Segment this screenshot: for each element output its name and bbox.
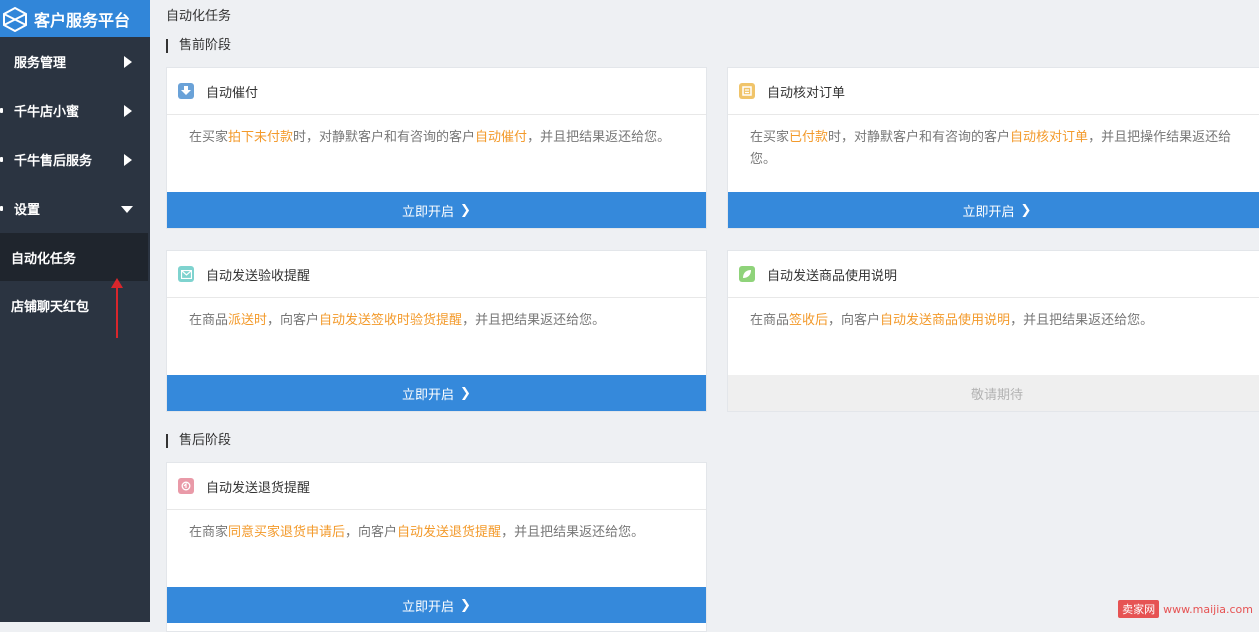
- highlight-text: 自动发送签收时验货提醒: [319, 313, 463, 328]
- brand-header[interactable]: 客户服务平台: [0, 0, 150, 37]
- description-text: ，并且把结果返还给您。: [1010, 313, 1154, 328]
- card-header: 自动核对订单: [728, 68, 1259, 115]
- card-header: 自动催付: [167, 68, 706, 115]
- caret-right-icon: [124, 56, 132, 68]
- watermark-url: www.maijia.com: [1163, 602, 1253, 616]
- sidebar-item-service-management[interactable]: 服务管理: [0, 37, 150, 86]
- caret-down-icon: [121, 206, 133, 213]
- card-title: 自动发送验收提醒: [206, 268, 311, 284]
- description-text: 在买家: [189, 130, 229, 145]
- highlight-text: 已付款: [789, 130, 829, 145]
- card-description: 在商品签收后，向客户自动发送商品使用说明，并且把结果返还给您。: [728, 298, 1259, 364]
- highlight-text: 同意买家退货申请后: [228, 525, 346, 540]
- caret-right-icon: [124, 105, 132, 117]
- highlight-text: 拍下未付款: [228, 130, 294, 145]
- task-card-auto-return-reminder: 自动发送退货提醒 在商家同意买家退货申请后，向客户自动发送退货提醒，并且把结果返…: [166, 462, 707, 632]
- enable-now-button[interactable]: 立即开启 ❯: [167, 587, 706, 623]
- card-description: 在商家同意买家退货申请后，向客户自动发送退货提醒，并且把结果返还给您。: [167, 510, 706, 576]
- card-title: 自动核对订单: [767, 85, 846, 101]
- description-text: 在商品: [750, 313, 790, 328]
- sidebar-item-label: 设置: [14, 203, 41, 218]
- chevron-right-icon: ❯: [460, 202, 471, 218]
- button-label: 立即开启: [962, 204, 1015, 220]
- description-text: 时，对静默客户和有咨询的客户: [828, 130, 1011, 145]
- card-description: 在买家已付款时，对静默客户和有咨询的客户自动核对订单，并且把操作结果返还给您。: [728, 115, 1259, 181]
- description-text: 在商家: [189, 525, 229, 540]
- order-list-icon: [739, 83, 755, 99]
- description-text: ，向客户: [267, 313, 320, 328]
- enable-now-button[interactable]: 立即开启 ❯: [167, 375, 706, 411]
- mail-icon: [178, 266, 194, 282]
- description-text: 在买家: [750, 130, 790, 145]
- sidebar-item-qianniu-aftersale[interactable]: 千牛售后服务: [0, 135, 150, 184]
- card-header: 自动发送验收提醒: [167, 251, 706, 298]
- description-text: ，并且把结果返还给您。: [501, 525, 645, 540]
- enable-now-button[interactable]: 立即开启 ❯: [167, 192, 706, 228]
- highlight-text: 派送时: [228, 313, 268, 328]
- annotation-arrow-icon: [111, 278, 123, 338]
- bullet-icon: [0, 206, 3, 211]
- description-text: 在商品: [189, 313, 229, 328]
- task-card-auto-payment-reminder: 自动催付 在买家拍下未付款时，对静默客户和有咨询的客户自动催付，并且把结果返还给…: [166, 67, 707, 229]
- bullet-icon: [0, 108, 3, 113]
- task-card-auto-product-instructions: 自动发送商品使用说明 在商品签收后，向客户自动发送商品使用说明，并且把结果返还给…: [727, 250, 1259, 412]
- sidebar-item-qianniu-assistant[interactable]: 千牛店小蜜: [0, 86, 150, 135]
- description-text: ，向客户: [828, 313, 881, 328]
- description-text: ，并且把结果返还给您。: [527, 130, 671, 145]
- highlight-text: 自动发送退货提醒: [397, 525, 502, 540]
- button-label: 立即开启: [402, 204, 455, 220]
- sidebar: 客户服务平台 服务管理 千牛店小蜜 千牛售后服务 设置 自动化任务 店铺聊天红包: [0, 0, 150, 622]
- card-title: 自动发送商品使用说明: [767, 268, 898, 284]
- description-text: ，向客户: [345, 525, 398, 540]
- chevron-right-icon: ❯: [460, 597, 471, 613]
- highlight-text: 签收后: [789, 313, 829, 328]
- download-arrow-icon: [178, 83, 194, 99]
- section-title-aftersale: 售后阶段: [166, 434, 231, 448]
- chevron-right-icon: ❯: [460, 385, 471, 401]
- page-title: 自动化任务: [166, 9, 232, 24]
- sidebar-subitem-automation-tasks[interactable]: 自动化任务: [0, 233, 148, 281]
- leaf-icon: [739, 266, 755, 282]
- coming-soon-button: 敬请期待: [728, 375, 1259, 411]
- caret-right-icon: [124, 154, 132, 166]
- sidebar-subitem-shop-chat-redpacket[interactable]: 店铺聊天红包: [0, 281, 150, 329]
- button-label: 敬请期待: [970, 387, 1023, 403]
- card-description: 在买家拍下未付款时，对静默客户和有咨询的客户自动催付，并且把结果返还给您。: [167, 115, 706, 181]
- card-title: 自动催付: [206, 85, 259, 101]
- card-header: 自动发送商品使用说明: [728, 251, 1259, 298]
- return-icon: [178, 478, 194, 494]
- description-text: ，并且把结果返还给您。: [462, 313, 606, 328]
- highlight-text: 自动核对订单: [1010, 130, 1089, 145]
- section-title-presale: 售前阶段: [166, 39, 231, 53]
- sidebar-item-label: 千牛店小蜜: [14, 105, 80, 120]
- task-card-auto-order-verify: 自动核对订单 在买家已付款时，对静默客户和有咨询的客户自动核对订单，并且把操作结…: [727, 67, 1259, 229]
- card-description: 在商品派送时，向客户自动发送签收时验货提醒，并且把结果返还给您。: [167, 298, 706, 364]
- description-text: 时，对静默客户和有咨询的客户: [293, 130, 476, 145]
- sidebar-item-label: 服务管理: [14, 56, 67, 71]
- watermark: 卖家网 www.maijia.com: [1118, 600, 1253, 618]
- watermark-brand: 卖家网: [1118, 600, 1160, 618]
- sidebar-item-settings[interactable]: 设置: [0, 184, 150, 233]
- button-label: 立即开启: [402, 387, 455, 403]
- enable-now-button[interactable]: 立即开启 ❯: [728, 192, 1259, 228]
- sidebar-item-label: 千牛售后服务: [14, 154, 93, 169]
- button-label: 立即开启: [402, 599, 455, 615]
- highlight-text: 自动催付: [475, 130, 528, 145]
- card-header: 自动发送退货提醒: [167, 463, 706, 510]
- bullet-icon: [0, 157, 3, 162]
- main-content: 自动化任务 售前阶段 自动催付 在买家拍下未付款时，对静默客户和有咨询的客户自动…: [150, 0, 1259, 632]
- card-title: 自动发送退货提醒: [206, 480, 311, 496]
- platform-logo-icon: [3, 6, 27, 32]
- task-card-auto-delivery-check-reminder: 自动发送验收提醒 在商品派送时，向客户自动发送签收时验货提醒，并且把结果返还给您…: [166, 250, 707, 412]
- brand-title: 客户服务平台: [34, 10, 131, 30]
- chevron-right-icon: ❯: [1020, 202, 1032, 218]
- highlight-text: 自动发送商品使用说明: [880, 313, 1011, 328]
